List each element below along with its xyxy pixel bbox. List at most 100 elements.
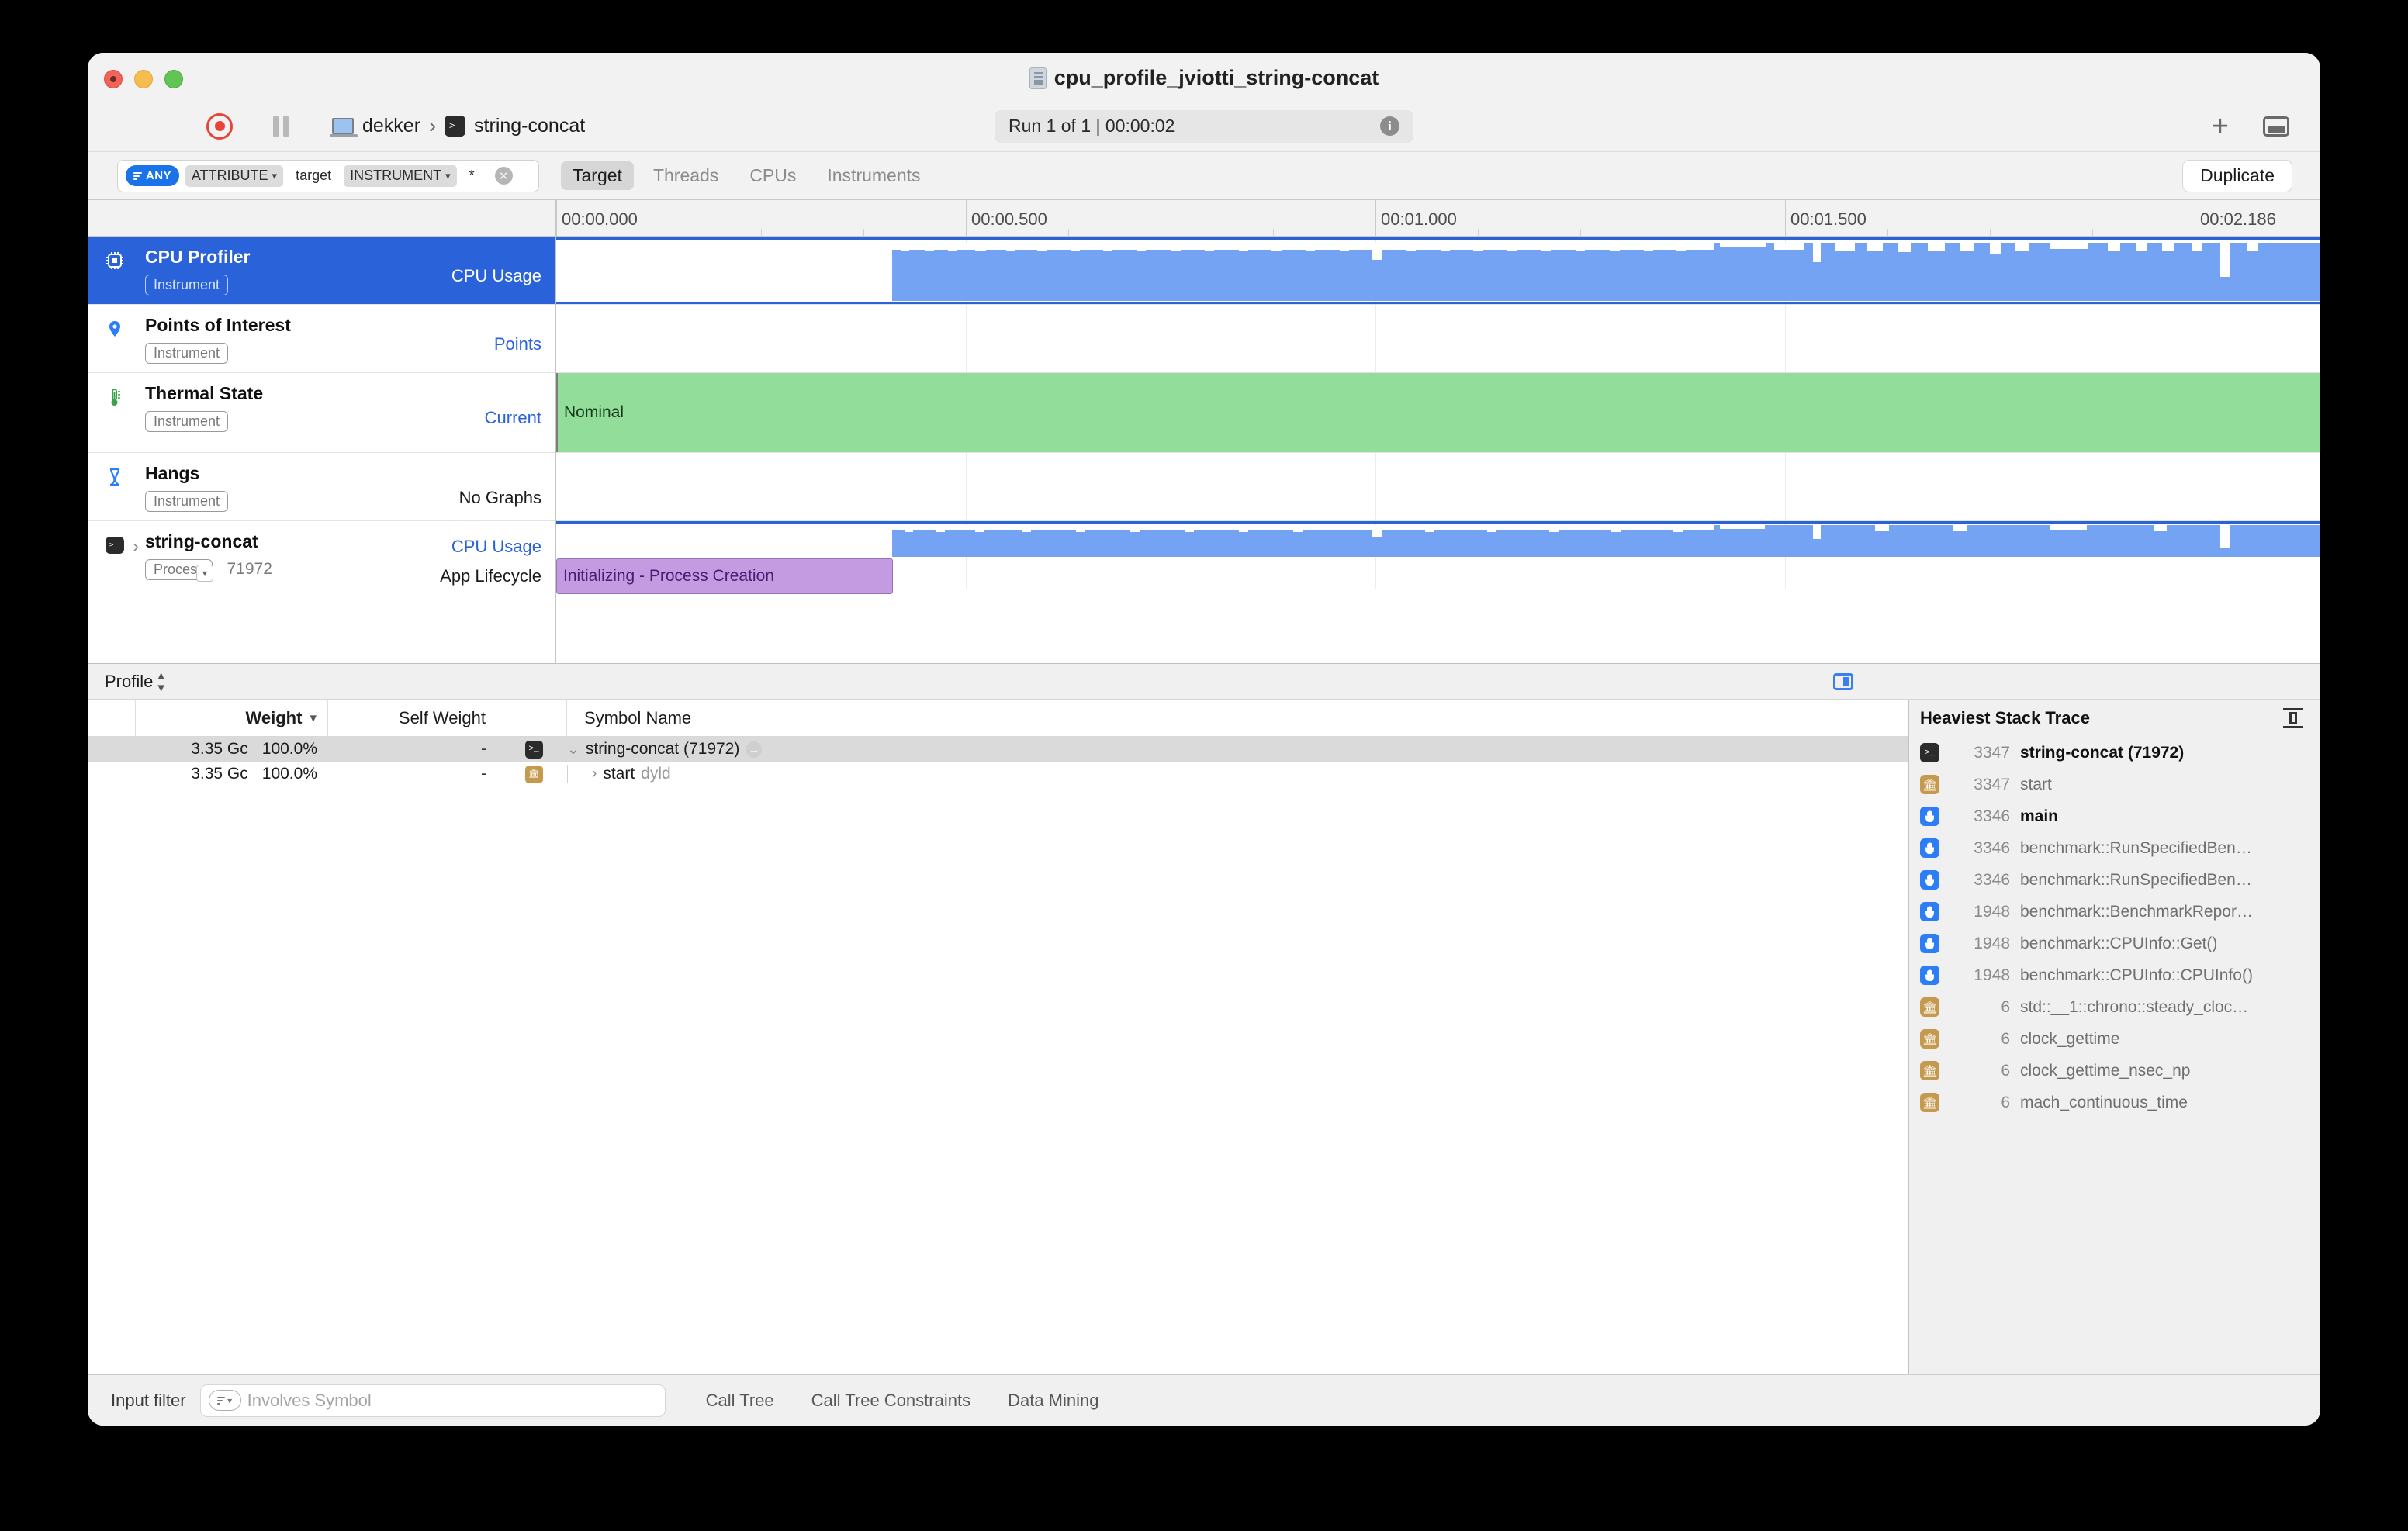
breadcrumb-device[interactable]: dekker (362, 115, 420, 137)
call-tree-button[interactable]: Call Tree (706, 1391, 774, 1411)
laptop-icon (332, 118, 354, 134)
tab-instruments[interactable]: Instruments (815, 161, 932, 190)
stack-trace-row[interactable]: 1948 benchmark::BenchmarkRepor… (1920, 896, 2320, 928)
stack-row-count: 1948 (1950, 935, 2010, 953)
column-header-weight[interactable]: Weight ▾ (136, 700, 328, 736)
token-instrument[interactable]: INSTRUMENT ▾ (344, 165, 457, 187)
disclosure-triangle-icon[interactable]: › (592, 766, 597, 783)
lane-hangs[interactable] (556, 453, 2320, 521)
stack-row-count: 1948 (1950, 903, 2010, 921)
stack-trace-row[interactable]: 1948 benchmark::CPUInfo::Get() (1920, 928, 2320, 959)
data-mining-button[interactable]: Data Mining (1008, 1391, 1098, 1411)
track-label-rows: CPU Profiler Instrument CPU Usage Points… (88, 237, 555, 589)
track-graph-name[interactable]: Points (494, 334, 541, 354)
terminal-icon: >_ (105, 535, 125, 555)
tab-threads[interactable]: Threads (642, 161, 730, 190)
token-target[interactable]: target (289, 165, 337, 187)
track-badge: Instrument (145, 411, 228, 432)
stack-trace-row[interactable]: 1948 benchmark::CPUInfo::CPUInfo() (1920, 959, 2320, 991)
stack-trace-row[interactable]: >_ 3347 string-concat (71972) (1920, 737, 2320, 769)
stack-row-label: clock_gettime (2020, 1030, 2119, 1049)
duplicate-button[interactable]: Duplicate (2182, 160, 2292, 192)
token-attribute[interactable]: ATTRIBUTE ▾ (185, 165, 283, 187)
info-icon[interactable]: i (1380, 116, 1399, 136)
lane-thermal-state[interactable]: Nominal (556, 373, 2320, 453)
ruler-tick-label: 00:01.000 (1375, 209, 1457, 230)
stack-row-count: 3346 (1950, 871, 2010, 890)
stack-trace-row[interactable]: 🏛 6 clock_gettime (1920, 1023, 2320, 1055)
track-name: Hangs (145, 463, 555, 484)
terminal-icon: >_ (525, 741, 543, 759)
stack-row-label: start (2020, 776, 2052, 794)
app-lifecycle-bar[interactable]: Initializing - Process Creation (556, 558, 893, 594)
lane-points-of-interest[interactable] (556, 305, 2320, 373)
chevron-right-icon: › (429, 114, 436, 138)
track-points-of-interest[interactable]: Points of Interest Instrument Points (88, 305, 555, 373)
track-graph-name[interactable]: CPU Usage (452, 537, 541, 557)
stack-trace-row[interactable]: 🏛 3347 start (1920, 769, 2320, 800)
column-header-symbol-name[interactable]: Symbol Name (567, 700, 1908, 736)
track-graph-name[interactable]: CPU Usage (452, 266, 541, 286)
stack-row-count: 1948 (1950, 966, 2010, 985)
table-row[interactable]: 3.35 Gc 100.0% - >_ ⌄ string-concat (719… (88, 737, 1908, 762)
track-graph-name[interactable]: Current (485, 408, 541, 428)
stack-row-count: 6 (1950, 1094, 2010, 1112)
app-lifecycle-label: Initializing - Process Creation (557, 567, 774, 586)
stack-trace-row[interactable]: 3346 benchmark::RunSpecifiedBen… (1920, 832, 2320, 864)
view-selector[interactable]: Profile ▴▾ (105, 664, 182, 699)
instruments-document-icon (1029, 67, 1047, 89)
map-pin-icon (105, 319, 125, 339)
record-icon[interactable] (206, 113, 233, 140)
stack-trace-row[interactable]: 3346 main (1920, 800, 2320, 832)
table-row[interactable]: 3.35 Gc 100.0% - 🏛 › start dyld (88, 762, 1908, 786)
track-string-concat-process[interactable]: >_ › string-concat Process 71972 ▾ CPU U… (88, 521, 555, 589)
column-header-self-weight-label: Self Weight (399, 708, 486, 728)
timeline-lanes[interactable]: 00:00.000 00:00.500 00:01.000 00:01.500 … (556, 200, 2320, 663)
lane-cpu-profiler[interactable] (556, 237, 2320, 305)
track-cpu-profiler[interactable]: CPU Profiler Instrument CPU Usage (88, 237, 555, 305)
detail-arrow-icon[interactable]: → (746, 741, 762, 758)
chevron-down-icon: ▾ (310, 710, 317, 726)
bottom-pane-icon[interactable] (2263, 116, 2289, 137)
track-badge: Instrument (145, 275, 228, 295)
duplicate-button-label: Duplicate (2200, 165, 2275, 186)
lane-string-concat-process[interactable]: Initializing - Process Creation (556, 521, 2320, 589)
instruments-window: cpu_profile_jviotti_string-concat dekker… (88, 53, 2320, 1426)
stack-trace-row[interactable]: 🏛 6 clock_gettime_nsec_np (1920, 1055, 2320, 1087)
process-cpu-subgraph (556, 521, 2320, 557)
stack-trace-row[interactable]: 3346 benchmark::RunSpecifiedBen… (1920, 864, 2320, 896)
stack-row-label: clock_gettime_nsec_np (2020, 1062, 2190, 1080)
right-sidebar-icon[interactable] (1833, 673, 1853, 690)
any-pill[interactable]: ANY (126, 165, 179, 186)
stack-trace-row[interactable]: 🏛 6 std::__1::chrono::steady_cloc… (1920, 991, 2320, 1023)
track-hangs[interactable]: Hangs Instrument No Graphs (88, 453, 555, 521)
track-name: Points of Interest (145, 315, 555, 336)
track-thermal-state[interactable]: Thermal State Instrument Current (88, 373, 555, 453)
breadcrumb-target[interactable]: string-concat (474, 115, 585, 137)
disclosure-triangle-icon[interactable]: ⌄ (567, 741, 580, 759)
filter-icon[interactable]: ▾ (209, 1390, 241, 1411)
tab-cpus[interactable]: CPUs (738, 161, 808, 190)
cell-symbol-name: string-concat (71972) (586, 740, 739, 759)
timeline-ruler[interactable]: 00:00.000 00:00.500 00:01.000 00:01.500 … (556, 200, 2320, 237)
input-filter-field[interactable]: ▾ Involves Symbol (200, 1384, 666, 1417)
column-header-self-weight[interactable]: Self Weight (328, 700, 500, 736)
stack-trace-row[interactable]: 🏛 6 mach_continuous_time (1920, 1087, 2320, 1118)
table-rows: 3.35 Gc 100.0% - >_ ⌄ string-concat (719… (88, 737, 1908, 1374)
collapse-stack-icon[interactable] (2283, 708, 2303, 728)
chevron-down-icon[interactable]: ▾ (196, 565, 213, 582)
run-status-box[interactable]: Run 1 of 1 | 00:00:02 i (995, 110, 1413, 143)
call-tree-constraints-button[interactable]: Call Tree Constraints (811, 1391, 970, 1411)
plus-icon[interactable]: + (2212, 112, 2229, 141)
tab-target[interactable]: Target (561, 161, 634, 190)
token-star[interactable]: * (463, 165, 481, 187)
pause-icon[interactable] (273, 116, 289, 137)
clear-icon[interactable]: ✕ (495, 167, 513, 185)
chevron-right-icon[interactable]: › (133, 536, 139, 558)
scope-filter-field[interactable]: ANY ATTRIBUTE ▾ target INSTRUMENT ▾ * ✕ (117, 160, 539, 192)
document-title: cpu_profile_jviotti_string-concat (88, 66, 2320, 90)
thermal-state-bar[interactable]: Nominal (556, 373, 2320, 452)
scope-tabs: Target Threads CPUs Instruments (561, 161, 932, 190)
library-icon: 🏛 (1920, 775, 1939, 794)
detail-area: Profile ▴▾ Weight ▾ Self Weight (88, 663, 2320, 1426)
